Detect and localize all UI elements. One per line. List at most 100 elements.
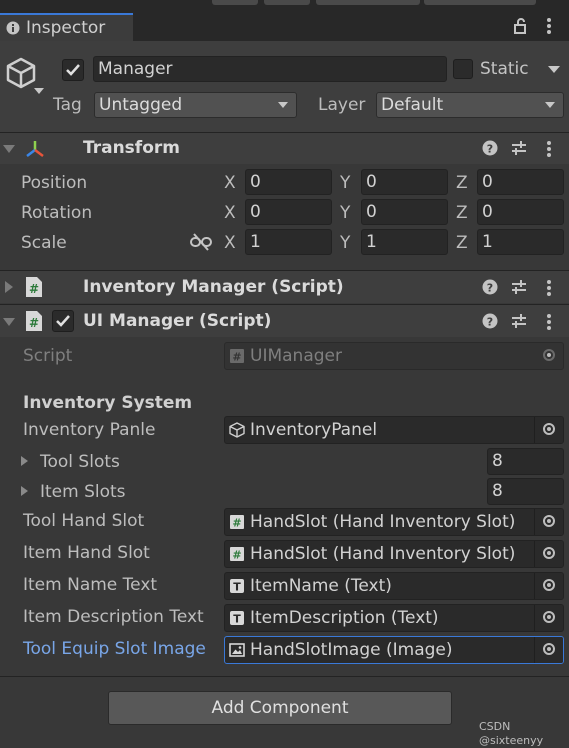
watermark: CSDN @sixteenyy (479, 720, 544, 747)
gameobject-cube-icon[interactable] (4, 56, 38, 90)
object-picker-button[interactable] (534, 573, 563, 599)
svg-text:T: T (233, 581, 241, 594)
presets-icon[interactable] (511, 313, 527, 329)
inventory-manager-header[interactable]: # Inventory Manager (Script) ? (0, 270, 569, 303)
presets-icon[interactable] (511, 140, 527, 156)
object-picker-button[interactable] (534, 417, 563, 443)
scale-x-field[interactable]: 1 (245, 229, 332, 255)
rotation-label: Rotation (21, 203, 93, 223)
position-y-field[interactable]: 0 (361, 169, 448, 195)
foldout-collapsed-icon[interactable] (5, 281, 13, 293)
static-checkbox[interactable] (453, 59, 473, 79)
add-component-button[interactable]: Add Component (108, 691, 452, 725)
item-slots-size-field[interactable]: 8 (487, 478, 564, 505)
ui-manager-header[interactable]: # UI Manager (Script) ? (0, 304, 569, 337)
tag-label: Tag (53, 95, 82, 115)
rotation-x-axis[interactable]: X (224, 203, 236, 223)
layer-label: Layer (318, 95, 366, 115)
object-picker-button[interactable] (534, 541, 563, 567)
svg-text:?: ? (487, 316, 493, 329)
chevron-down-icon (545, 102, 555, 108)
item-hand-slot-value: HandSlot (Hand Inventory Slot) (250, 544, 516, 564)
inventory-panle-value: InventoryPanel (250, 420, 378, 440)
presets-icon[interactable] (511, 279, 527, 295)
info-icon (6, 21, 20, 35)
static-label: Static (480, 59, 529, 79)
tag-value: Untagged (99, 95, 183, 115)
toolbar-button[interactable] (424, 0, 536, 5)
scale-x-axis[interactable]: X (224, 233, 236, 253)
static-dropdown-arrow[interactable] (548, 66, 560, 73)
tag-dropdown[interactable]: Untagged (94, 92, 297, 118)
more-options-icon[interactable] (545, 313, 553, 331)
scale-z-axis[interactable]: Z (456, 233, 468, 253)
item-description-text-value: ItemDescription (Text) (250, 608, 439, 628)
rotation-y-axis[interactable]: Y (340, 203, 350, 223)
help-icon[interactable]: ? (482, 313, 498, 329)
tool-hand-slot-value: HandSlot (Hand Inventory Slot) (250, 512, 516, 532)
position-x-axis[interactable]: X (224, 173, 236, 193)
transform-axes-icon (26, 141, 44, 157)
layer-dropdown[interactable]: Default (376, 92, 564, 118)
tool-slots-label[interactable]: Tool Slots (40, 452, 120, 472)
component-enabled-checkbox[interactable] (52, 310, 74, 332)
svg-text:#: # (232, 549, 241, 562)
unlink-scale-icon[interactable] (190, 233, 212, 251)
help-icon[interactable]: ? (482, 140, 498, 156)
item-description-text-field[interactable]: T ItemDescription (Text) (224, 604, 564, 632)
scale-y-field[interactable]: 1 (361, 229, 448, 255)
more-options-icon[interactable] (545, 140, 553, 158)
rotation-z-axis[interactable]: Z (456, 203, 468, 223)
item-name-text-field[interactable]: T ItemName (Text) (224, 572, 564, 600)
inventory-manager-title: Inventory Manager (Script) (83, 277, 344, 297)
tool-slots-size-field[interactable]: 8 (487, 448, 564, 475)
scale-z-field[interactable]: 1 (477, 229, 564, 255)
toolbar-button[interactable] (264, 0, 310, 5)
tab-inspector[interactable]: Inspector (0, 13, 133, 41)
script-icon: # (230, 547, 244, 562)
object-picker-button[interactable] (534, 605, 563, 631)
object-picker-button[interactable] (534, 509, 563, 535)
gameobject-name-field[interactable]: Manager (93, 56, 447, 82)
gameobject-icon-dropdown[interactable] (34, 88, 44, 94)
item-slots-label[interactable]: Item Slots (40, 482, 126, 502)
object-picker-button[interactable] (534, 637, 563, 663)
active-checkbox[interactable] (62, 59, 84, 81)
foldout-expanded-icon[interactable] (3, 145, 15, 153)
position-z-axis[interactable]: Z (456, 173, 468, 193)
tool-equip-slot-image-field[interactable]: HandSlotImage (Image) (224, 636, 564, 664)
svg-text:T: T (233, 613, 241, 626)
transform-header[interactable]: Transform ? (0, 132, 569, 164)
svg-text:?: ? (487, 282, 493, 295)
script-field: # UIManager (224, 342, 564, 370)
divider (0, 676, 569, 677)
more-options-icon[interactable] (545, 279, 553, 297)
position-x-field[interactable]: 0 (245, 169, 332, 195)
inventory-panle-field[interactable]: InventoryPanel (224, 416, 564, 444)
object-picker-button (535, 343, 563, 369)
help-icon[interactable]: ? (482, 279, 498, 295)
position-z-field[interactable]: 0 (477, 169, 564, 195)
rotation-y-field[interactable]: 0 (361, 199, 448, 225)
script-icon: # (26, 277, 42, 297)
foldout-expanded-icon[interactable] (3, 318, 15, 326)
svg-text:#: # (232, 351, 241, 364)
rotation-x-field[interactable]: 0 (245, 199, 332, 225)
position-y-axis[interactable]: Y (340, 173, 350, 193)
layer-value: Default (381, 95, 444, 115)
item-description-text-label: Item Description Text (23, 607, 204, 627)
foldout-collapsed-icon[interactable] (21, 486, 28, 496)
image-component-icon (229, 643, 245, 657)
toolbar-button[interactable] (212, 0, 258, 5)
more-options-icon[interactable] (545, 17, 553, 35)
tool-hand-slot-field[interactable]: # HandSlot (Hand Inventory Slot) (224, 508, 564, 536)
toolbar-button[interactable] (316, 0, 420, 5)
svg-text:#: # (29, 316, 39, 330)
rotation-z-field[interactable]: 0 (477, 199, 564, 225)
item-hand-slot-field[interactable]: # HandSlot (Hand Inventory Slot) (224, 540, 564, 568)
ui-manager-title: UI Manager (Script) (83, 311, 272, 331)
lock-icon[interactable] (513, 18, 529, 34)
foldout-collapsed-icon[interactable] (21, 456, 28, 466)
scale-y-axis[interactable]: Y (340, 233, 350, 253)
tool-equip-slot-image-value: HandSlotImage (Image) (250, 640, 453, 660)
